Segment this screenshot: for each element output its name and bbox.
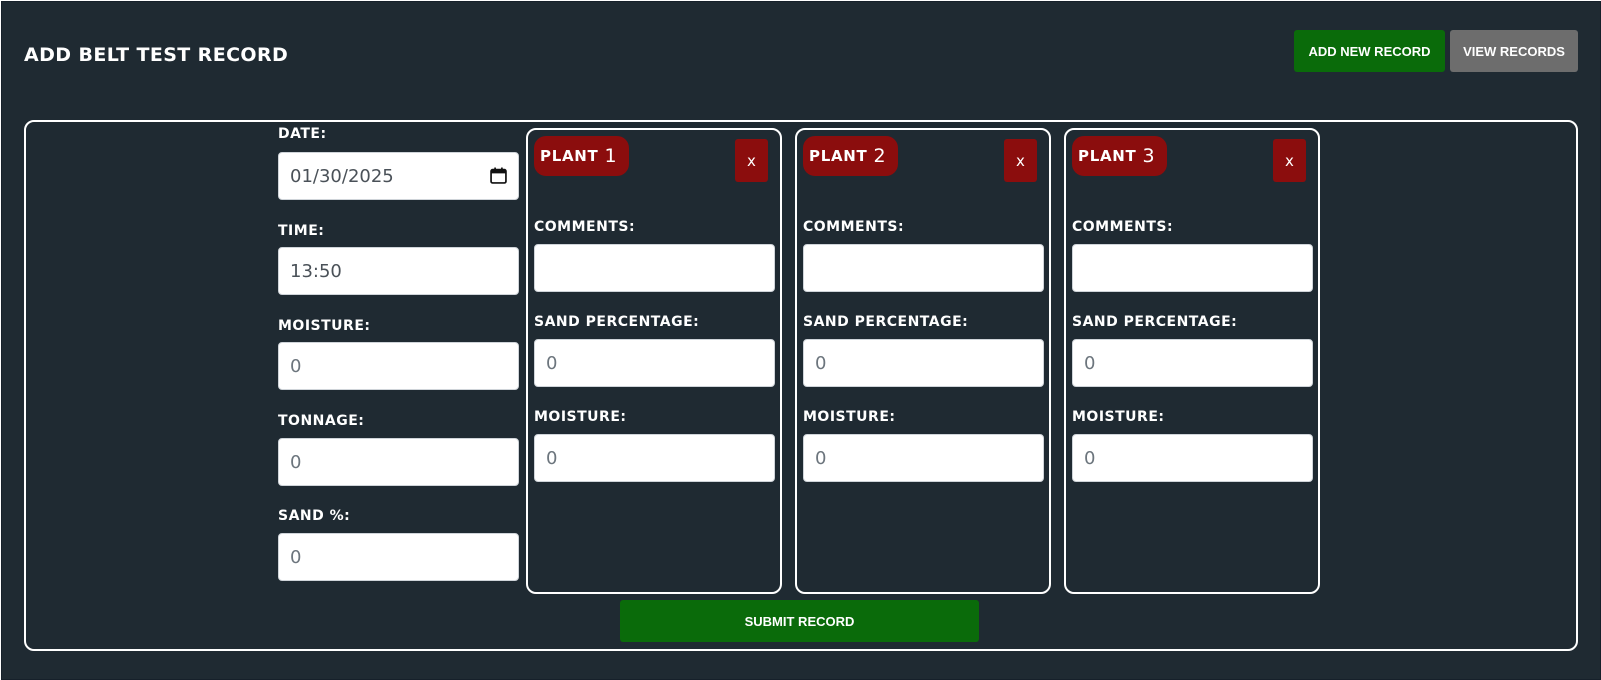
remove-plant-button[interactable]: x	[735, 139, 768, 182]
moisture-input[interactable]	[278, 342, 519, 390]
plant-number: 3	[1142, 145, 1155, 167]
comments-input[interactable]	[1072, 244, 1313, 292]
moisture-input[interactable]	[1072, 434, 1313, 482]
date-field-wrapper	[278, 152, 519, 200]
sand-percentage-label: SAND PERCENTAGE:	[1072, 314, 1238, 330]
page-title: ADD BELT TEST RECORD	[24, 44, 289, 66]
comments-label: COMMENTS:	[534, 219, 636, 235]
calendar-icon[interactable]	[490, 167, 507, 184]
remove-plant-button[interactable]: x	[1273, 139, 1306, 182]
moisture-input[interactable]	[803, 434, 1044, 482]
submit-record-button[interactable]: SUBMIT RECORD	[620, 600, 979, 642]
moisture-label: MOISTURE:	[803, 409, 896, 425]
moisture-label: MOISTURE:	[1072, 409, 1165, 425]
plant-name: PLANT	[1078, 147, 1137, 165]
plant-card-1: PLANT 1 x COMMENTS: SAND PERCENTAGE: MOI…	[526, 128, 782, 594]
plant-card-2: PLANT 2 x COMMENTS: SAND PERCENTAGE: MOI…	[795, 128, 1051, 594]
tonnage-input[interactable]	[278, 438, 519, 486]
sand-percentage-input[interactable]	[1072, 339, 1313, 387]
sand-percent-input[interactable]	[278, 533, 519, 581]
plant-name: PLANT	[809, 147, 868, 165]
sand-percentage-input[interactable]	[534, 339, 775, 387]
plant-badge: PLANT 1	[534, 136, 629, 176]
moisture-input[interactable]	[534, 434, 775, 482]
plant-badge: PLANT 3	[1072, 136, 1167, 176]
plant-number: 1	[604, 145, 617, 167]
comments-input[interactable]	[803, 244, 1044, 292]
sand-percentage-label: SAND PERCENTAGE:	[534, 314, 700, 330]
plant-number: 2	[873, 145, 886, 167]
plant-badge: PLANT 2	[803, 136, 898, 176]
time-input[interactable]	[278, 247, 519, 295]
page-container: ADD BELT TEST RECORD ADD NEW RECORD VIEW…	[1, 1, 1601, 680]
sand-percent-label: SAND %:	[278, 508, 351, 524]
plant-card-3: PLANT 3 x COMMENTS: SAND PERCENTAGE: MOI…	[1064, 128, 1320, 594]
moisture-label: MOISTURE:	[278, 318, 371, 334]
comments-label: COMMENTS:	[1072, 219, 1174, 235]
plant-name: PLANT	[540, 147, 599, 165]
comments-label: COMMENTS:	[803, 219, 905, 235]
sand-percentage-label: SAND PERCENTAGE:	[803, 314, 969, 330]
moisture-label: MOISTURE:	[534, 409, 627, 425]
date-label: DATE:	[278, 126, 327, 142]
sand-percentage-input[interactable]	[803, 339, 1044, 387]
add-new-record-button[interactable]: ADD NEW RECORD	[1294, 30, 1445, 72]
view-records-button[interactable]: VIEW RECORDS	[1450, 30, 1578, 72]
remove-plant-button[interactable]: x	[1004, 139, 1037, 182]
date-input[interactable]	[278, 152, 519, 200]
comments-input[interactable]	[534, 244, 775, 292]
time-label: TIME:	[278, 223, 325, 239]
tonnage-label: TONNAGE:	[278, 413, 365, 429]
